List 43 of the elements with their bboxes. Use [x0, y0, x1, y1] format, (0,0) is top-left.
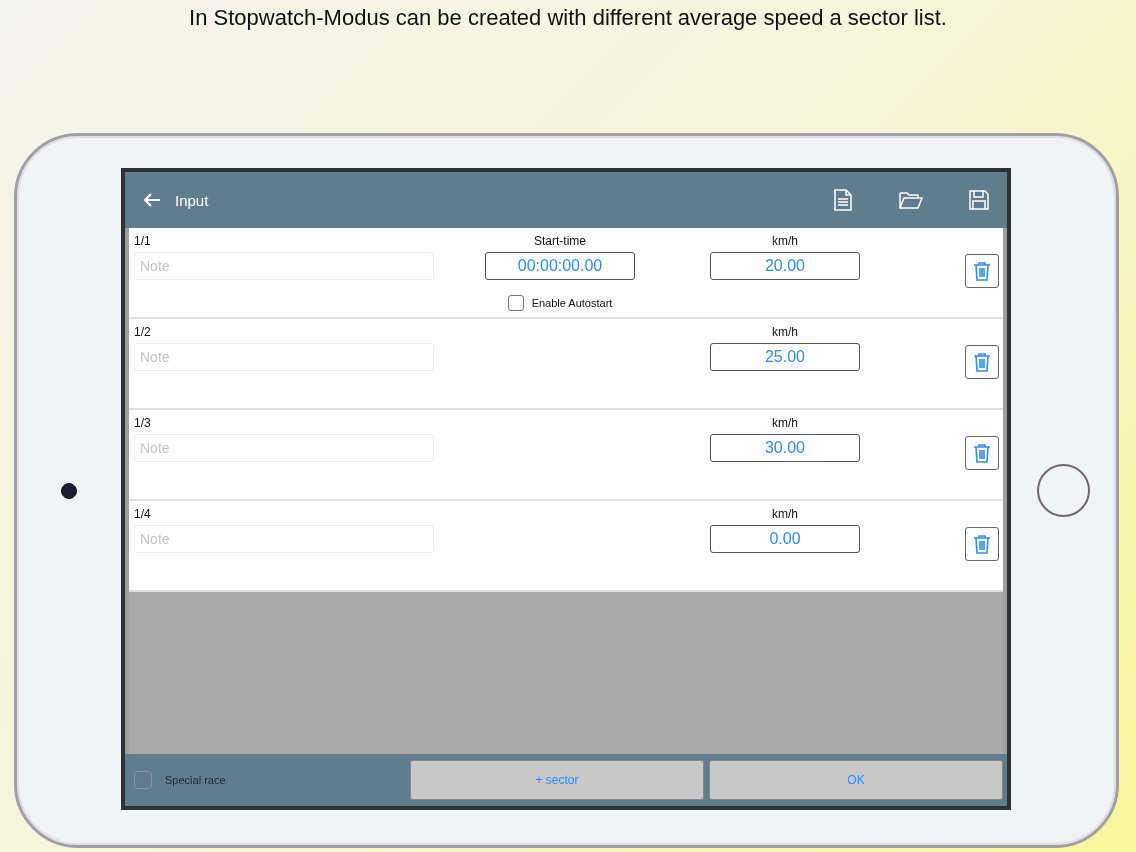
special-race-label: Special race — [165, 774, 227, 786]
save-button[interactable] — [969, 190, 989, 210]
trash-icon — [973, 534, 991, 554]
add-sector-button[interactable]: + sector — [410, 760, 704, 800]
folder-icon — [899, 191, 923, 209]
start-time-field[interactable]: 00:00:00.00 — [485, 252, 635, 280]
header-title: Input — [175, 191, 210, 209]
home-button[interactable] — [1036, 464, 1090, 517]
delete-button[interactable] — [965, 254, 999, 288]
sector-label: 1/3 — [134, 416, 152, 430]
speed-unit-label: km/h — [771, 416, 799, 430]
note-field[interactable]: Note — [134, 434, 434, 462]
open-folder-button[interactable] — [899, 191, 923, 209]
speed-field[interactable]: 0.00 — [710, 525, 860, 553]
camera-dot — [60, 482, 77, 499]
sector-label: 1/2 — [134, 325, 152, 339]
speed-unit-label: km/h — [771, 507, 799, 521]
delete-button[interactable] — [965, 527, 999, 561]
document-icon — [833, 189, 853, 211]
sector-label: 1/4 — [134, 507, 152, 521]
speed-field[interactable]: 20.00 — [710, 252, 860, 280]
speed-field[interactable]: 25.00 — [710, 343, 860, 371]
speed-unit-label: km/h — [771, 325, 799, 339]
speed-unit-label: km/h — [771, 234, 799, 248]
trash-icon — [973, 443, 991, 463]
note-field[interactable]: Note — [134, 343, 434, 371]
back-button[interactable] — [143, 192, 161, 208]
back-arrow-icon — [143, 192, 161, 208]
new-document-button[interactable] — [833, 189, 853, 211]
note-field[interactable]: Note — [134, 525, 434, 553]
note-field[interactable]: Note — [134, 252, 434, 280]
autostart-checkbox[interactable] — [507, 294, 524, 311]
special-race-checkbox[interactable] — [134, 771, 152, 789]
trash-icon — [973, 261, 991, 281]
delete-button[interactable] — [965, 436, 999, 470]
sector-label: 1/1 — [134, 234, 152, 248]
start-time-label: Start-time — [533, 234, 587, 248]
caption-text: In Stopwatch-Modus can be created with different average speed a sector list. — [189, 4, 947, 32]
delete-button[interactable] — [965, 345, 999, 379]
speed-field[interactable]: 30.00 — [710, 434, 860, 462]
ok-button[interactable]: OK — [709, 760, 1003, 800]
trash-icon — [973, 352, 991, 372]
autostart-label: Enable Autostart — [531, 296, 613, 309]
